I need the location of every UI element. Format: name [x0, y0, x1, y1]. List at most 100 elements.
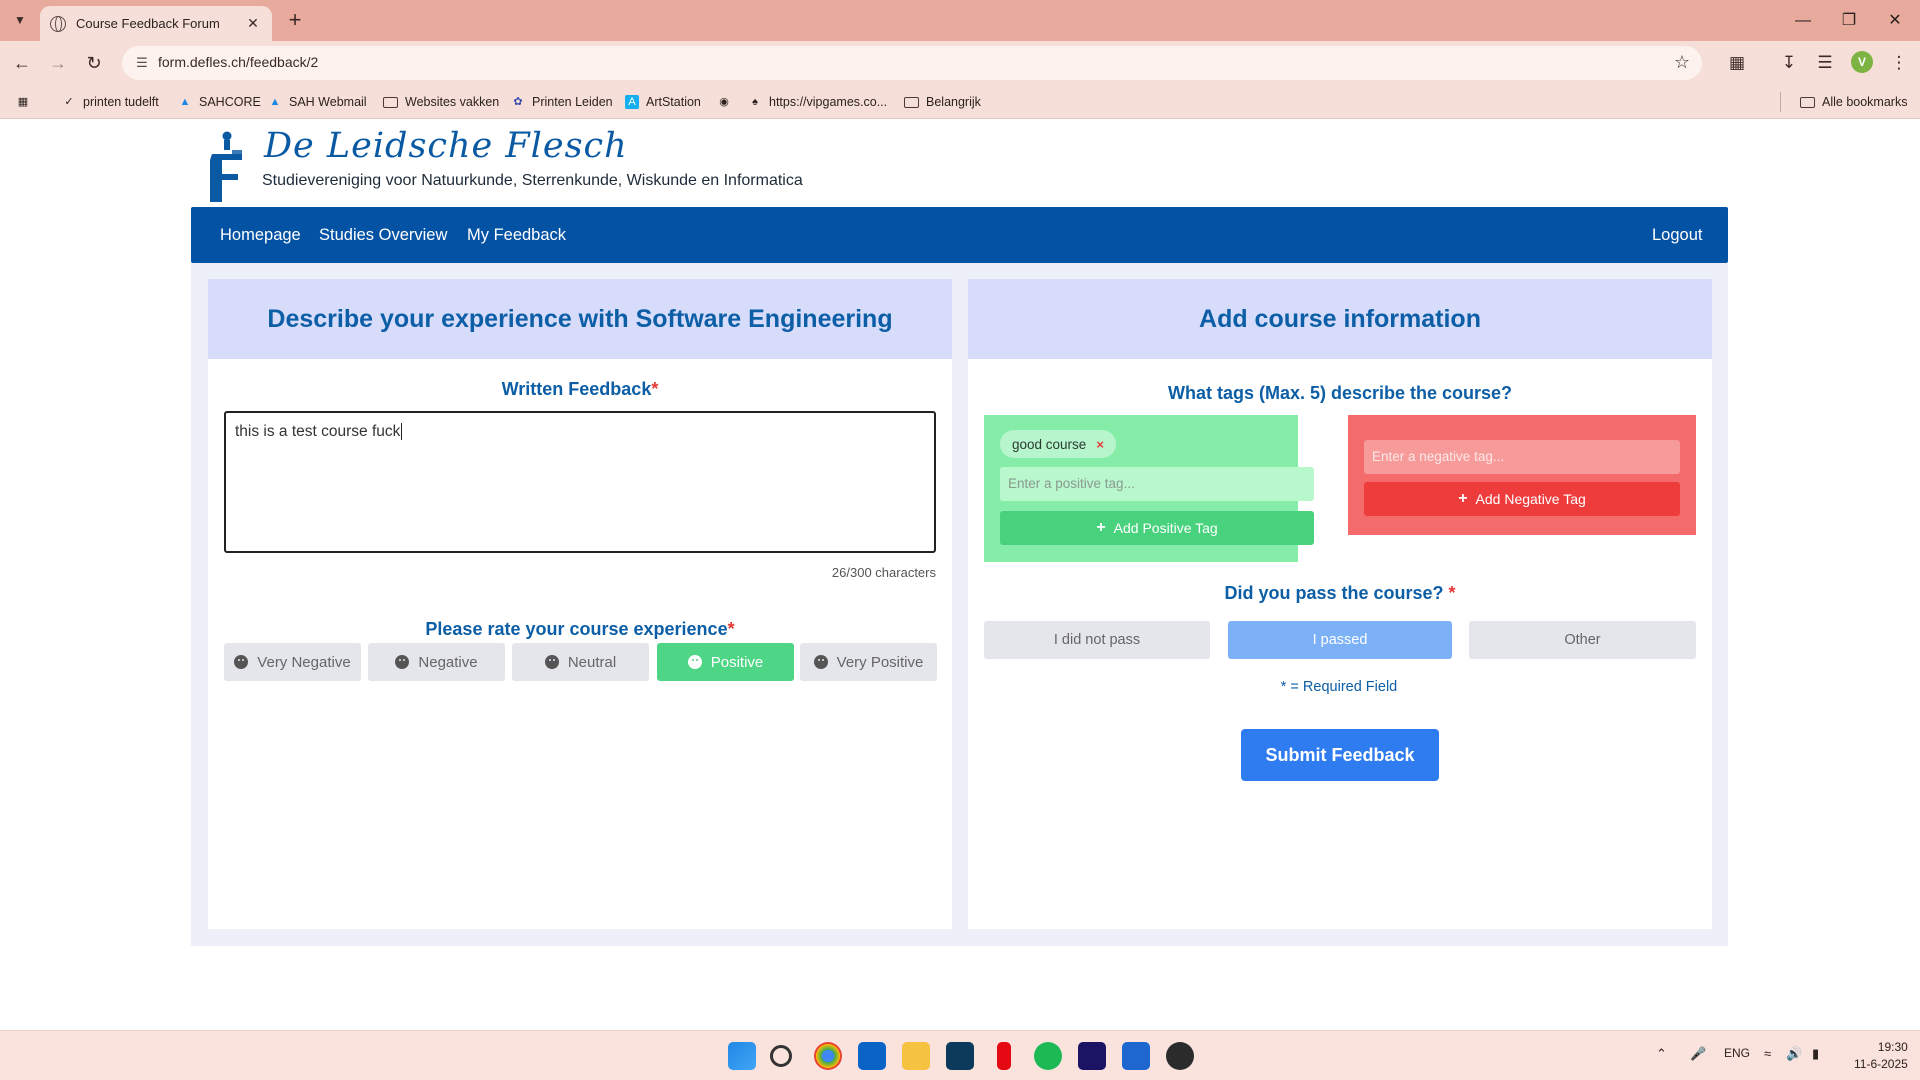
profile-avatar[interactable]: V — [1851, 51, 1873, 73]
bookmark-printen-leiden[interactable]: ✿ Printen Leiden — [511, 92, 612, 112]
restore-icon[interactable]: ❐ — [1826, 6, 1872, 36]
bookmark-vipgames[interactable]: ♠ https://vipgames.co... — [748, 92, 887, 112]
tags-label: What tags (Max. 5) describe the course? — [1167, 383, 1513, 403]
bookmark-artstation[interactable]: A ArtStation — [625, 92, 701, 112]
tab-close-icon[interactable]: ✕ — [244, 15, 262, 32]
folder-icon — [383, 96, 398, 108]
nav-logout[interactable]: Logout — [1652, 207, 1702, 263]
tudelft-icon: ✓ — [64, 96, 74, 108]
wifi-icon[interactable]: ≈ — [1764, 1046, 1771, 1061]
plus-icon: + — [1458, 490, 1468, 507]
apps-grid-icon[interactable]: ▦ — [16, 92, 37, 112]
file-explorer-icon[interactable] — [902, 1042, 930, 1070]
positive-tag-chip: good course × — [1000, 430, 1116, 458]
sahcore-icon: ▲ — [179, 96, 191, 108]
tray-chevron-up-icon[interactable]: ⌃ — [1656, 1046, 1667, 1062]
remove-tag-icon[interactable]: × — [1096, 437, 1104, 452]
menu-kebab-icon[interactable]: ⋮ — [1886, 51, 1912, 75]
media-control-icon[interactable]: ☰ — [1812, 51, 1838, 75]
sad-face-icon — [395, 655, 410, 669]
tab-title: Course Feedback Forum — [76, 16, 220, 31]
all-bookmarks[interactable]: Alle bookmarks — [1800, 92, 1907, 112]
battery-icon[interactable]: ▮ — [1812, 1046, 1819, 1062]
very-sad-face-icon — [234, 655, 249, 669]
globe-icon — [50, 15, 66, 32]
positive-tags-box: good course × Enter a positive tag... + A… — [984, 415, 1314, 562]
minimize-icon[interactable]: — — [1780, 6, 1826, 36]
other-button[interactable]: Other — [1469, 621, 1696, 659]
bookmark-unnamed[interactable]: ◉ — [717, 92, 738, 112]
microphone-icon[interactable]: 🎤 — [1690, 1046, 1706, 1062]
bookmark-sahcore[interactable]: ▲ SAHCORE — [178, 92, 261, 112]
passed-button[interactable]: I passed — [1228, 621, 1452, 659]
rating-very-negative-button[interactable]: Very Negative — [224, 643, 361, 681]
negative-tag-input[interactable]: Enter a negative tag... — [1364, 440, 1680, 474]
system-clock[interactable]: 19:30 11-6-2025 — [1854, 1039, 1908, 1073]
big-smile-face-icon — [813, 655, 828, 669]
obs-icon[interactable] — [1166, 1042, 1194, 1070]
back-arrow-icon[interactable]: ← — [8, 50, 36, 76]
start-windows-icon[interactable] — [728, 1042, 756, 1070]
written-feedback-label: Written Feedback* — [501, 379, 659, 399]
neutral-face-icon — [544, 655, 559, 669]
add-positive-tag-button[interactable]: + Add Positive Tag — [1000, 511, 1314, 545]
rating-positive-button[interactable]: Positive — [657, 643, 794, 681]
download-icon[interactable]: ↧ — [1776, 51, 1802, 75]
bookmarks-separator — [1780, 92, 1781, 112]
bookmark-belangrijk[interactable]: Belangrijk — [904, 92, 981, 112]
did-not-pass-button[interactable]: I did not pass — [984, 621, 1210, 659]
experience-heading: Describe your experience with Software E… — [208, 279, 952, 359]
add-negative-tag-button[interactable]: + Add Negative Tag — [1364, 482, 1680, 516]
browser-tab-bar: ▼ Course Feedback Forum ✕ + — ❐ ✕ — [0, 0, 1920, 41]
bookmark-printen-tudelft[interactable]: ✓ printen tudelft — [62, 92, 158, 112]
netflix-icon[interactable] — [997, 1042, 1011, 1070]
language-indicator[interactable]: ENG — [1724, 1046, 1750, 1060]
character-count: 26/300 characters — [831, 565, 936, 580]
text-caret — [401, 423, 403, 440]
site-info-icon[interactable]: ☰ — [134, 55, 150, 71]
chrome-icon[interactable] — [814, 1042, 842, 1070]
steam-icon[interactable] — [946, 1042, 974, 1070]
bookmark-star-icon[interactable]: ☆ — [1674, 52, 1690, 73]
required-field-note: * = Required Field — [1280, 679, 1398, 695]
windows-taskbar: ⌃ 🎤 ENG ≈ 🔊 ▮ 19:30 11-6-2025 — [0, 1030, 1920, 1080]
tab-search-chevron-icon[interactable]: ▼ — [8, 9, 32, 31]
folder-icon — [1800, 96, 1815, 108]
webmail-icon: ▲ — [269, 96, 281, 108]
nav-my-feedback[interactable]: My Feedback — [467, 207, 566, 263]
search-icon[interactable] — [770, 1045, 792, 1067]
artstation-icon: A — [625, 95, 639, 109]
course-info-heading: Add course information — [968, 279, 1712, 359]
url-text[interactable]: form.defles.ch/feedback/2 — [158, 54, 318, 70]
rating-negative-button[interactable]: Negative — [368, 643, 505, 681]
forward-arrow-icon[interactable]: → — [44, 50, 72, 76]
nav-homepage[interactable]: Homepage — [220, 207, 301, 263]
extensions-icon[interactable]: ▦ — [1724, 51, 1750, 75]
new-tab-plus-icon[interactable]: + — [282, 8, 308, 32]
rating-neutral-button[interactable]: Neutral — [512, 643, 649, 681]
window-close-icon[interactable]: ✕ — [1872, 6, 1918, 36]
nav-studies-overview[interactable]: Studies Overview — [319, 207, 447, 263]
pass-label: Did you pass the course? * — [1224, 583, 1456, 603]
bookmark-sah-webmail[interactable]: ▲ SAH Webmail — [268, 92, 367, 112]
site-title: De Leidsche Flesch — [264, 126, 628, 166]
positive-tag-input[interactable]: Enter a positive tag... — [1000, 467, 1314, 501]
notes-app-icon[interactable] — [1122, 1042, 1150, 1070]
volume-icon[interactable]: 🔊 — [1786, 1046, 1802, 1062]
site-subtitle: Studievereniging voor Natuurkunde, Sterr… — [262, 172, 803, 189]
spotify-icon[interactable] — [1034, 1042, 1062, 1070]
bookmark-websites-vakken[interactable]: Websites vakken — [383, 92, 499, 112]
address-bar[interactable]: ☰ form.defles.ch/feedback/2 ☆ — [122, 46, 1702, 80]
negative-tags-box: Enter a negative tag... + Add Negative Ta… — [1348, 415, 1696, 535]
premiere-pro-icon[interactable] — [1078, 1042, 1106, 1070]
flask-logo-icon — [210, 131, 242, 202]
submit-feedback-button[interactable]: Submit Feedback — [1241, 729, 1439, 781]
rating-very-positive-button[interactable]: Very Positive — [800, 643, 937, 681]
folder-icon — [904, 96, 919, 108]
outlook-icon[interactable] — [858, 1042, 886, 1070]
browser-toolbar: ← → ↻ ☰ form.defles.ch/feedback/2 ☆ ▦ ↧ … — [0, 41, 1920, 84]
browser-tab-active[interactable]: Course Feedback Forum ✕ — [40, 6, 272, 41]
plus-icon: + — [1096, 519, 1106, 536]
written-feedback-textarea[interactable]: this is a test course fuck — [224, 411, 936, 553]
reload-icon[interactable]: ↻ — [80, 50, 108, 76]
